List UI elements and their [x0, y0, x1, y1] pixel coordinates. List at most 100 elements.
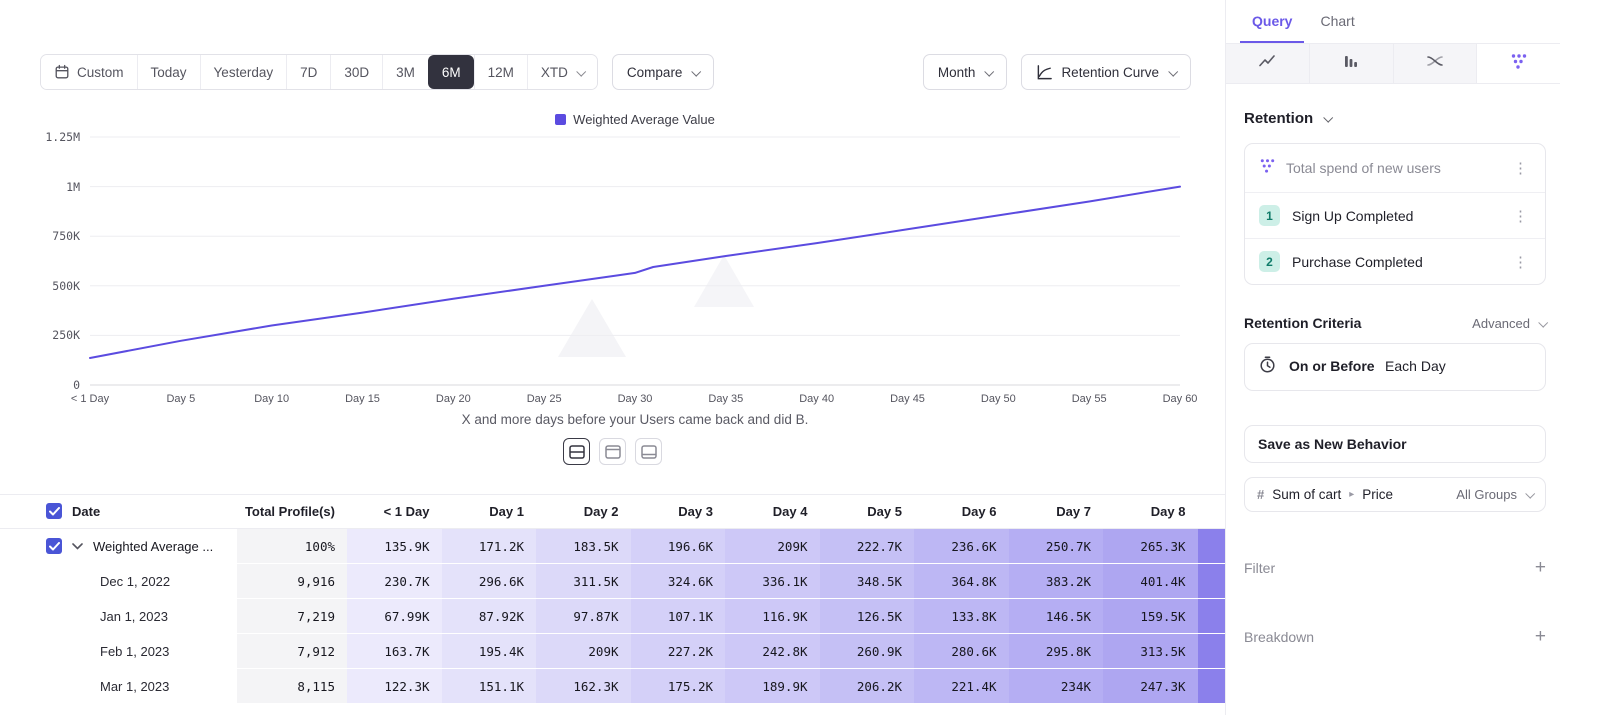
kebab-menu-icon[interactable]: ⋮ [1510, 159, 1531, 177]
number-property-icon: # [1257, 487, 1264, 502]
layout-full-button[interactable] [635, 438, 662, 465]
flows-icon [1426, 52, 1444, 75]
range-button-7d[interactable]: 7D [286, 55, 330, 89]
behavior-title: Total spend of new users [1286, 160, 1500, 176]
chart-legend: Weighted Average Value [90, 112, 1180, 127]
condition-label: On or Before [1289, 358, 1375, 374]
chevron-down-icon [985, 66, 995, 76]
kebab-menu-icon[interactable]: ⋮ [1510, 253, 1531, 271]
table-cell: 313.5K [1103, 634, 1198, 669]
range-button-6m[interactable]: 6M [428, 55, 474, 89]
behavior-step-2[interactable]: 2 Purchase Completed ⋮ [1245, 238, 1545, 284]
row-label: Jan 1, 2023 [100, 609, 168, 624]
chevron-down-icon [692, 66, 702, 76]
table-cell: 230.7K [347, 564, 442, 599]
behavior-card-header[interactable]: Total spend of new users ⋮ [1245, 144, 1545, 192]
table-cell: 348.5K [820, 564, 915, 599]
range-label: Yesterday [214, 65, 274, 80]
table-header-cell: Day 5 [820, 495, 915, 528]
kebab-menu-icon[interactable]: ⋮ [1510, 207, 1531, 225]
range-button-today[interactable]: Today [137, 55, 200, 89]
table-cell: 265.3K [1103, 529, 1198, 564]
table-cell: 209K [536, 634, 631, 669]
table-cell: 324.6K [631, 564, 726, 599]
legend-swatch [555, 114, 566, 125]
range-button-xtd[interactable]: XTD [527, 55, 597, 89]
range-button-yesterday[interactable]: Yesterday [200, 55, 287, 89]
row-checkbox[interactable] [46, 538, 62, 554]
groups-label: All Groups [1456, 487, 1517, 502]
table-cell: 100% [237, 529, 347, 564]
select-all-checkbox[interactable] [46, 503, 62, 519]
step-label: Purchase Completed [1292, 254, 1498, 270]
behavior-step-1[interactable]: 1Sign Up Completed⋮ [1245, 192, 1545, 238]
criteria-mode-select[interactable]: Advanced [1472, 316, 1546, 331]
retention-behavior-icon [1259, 157, 1276, 179]
chart-type-select[interactable]: Retention Curve [1021, 54, 1191, 90]
x-tick-label: < 1 Day [71, 393, 109, 405]
table-cell: 87.92K [442, 599, 537, 634]
caret-right-icon: ▸ [1349, 489, 1354, 500]
table-cell-overflow [1198, 634, 1226, 669]
funnels-report-button[interactable] [1310, 44, 1394, 83]
toolbar: CustomToday Yesterday 7D30D3M 6M 12M XTD Comp… [40, 54, 1191, 90]
table-header-row: DateTotal Profile(s)< 1 DayDay 1Day 2Day… [0, 495, 1225, 529]
retention-section-heading[interactable]: Retention [1244, 110, 1560, 127]
y-tick-label: 250K [0, 328, 80, 342]
table-cell: 107.1K [631, 599, 726, 634]
table-cell-overflow [1198, 564, 1226, 599]
tab-chart[interactable]: Chart [1308, 0, 1366, 43]
table-cell: 221.4K [914, 669, 1009, 704]
table-cell: 242.8K [725, 634, 820, 669]
save-as-new-behavior-button[interactable]: Save as New Behavior [1244, 425, 1546, 463]
layout-header-row-button[interactable] [599, 438, 626, 465]
x-tick-label: Day 15 [345, 393, 380, 405]
add-filter-button[interactable]: + [1535, 558, 1546, 577]
compare-button[interactable]: Compare [612, 54, 715, 90]
table-cell: 7,219 [237, 599, 347, 634]
legend-label: Weighted Average Value [573, 112, 715, 127]
range-label: 12M [488, 65, 514, 80]
y-tick-label: 1M [0, 180, 80, 194]
table-row: Weighted Average ...100%135.9K171.2K183.… [0, 529, 1225, 564]
row-label: Weighted Average ... [93, 539, 213, 554]
retention-report-button[interactable] [1477, 44, 1560, 83]
insights-report-button[interactable] [1226, 44, 1310, 83]
chevron-down-icon [1323, 113, 1333, 123]
range-label: 6M [442, 65, 461, 80]
granularity-select[interactable]: Month [923, 54, 1008, 90]
filter-row: Filter + [1244, 558, 1546, 577]
table-header-cell: Day 4 [725, 495, 820, 528]
granularity-label: Month [938, 65, 976, 80]
calendar-icon [54, 64, 70, 80]
range-button-custom[interactable]: Custom [41, 55, 137, 89]
groups-select[interactable]: All Groups [1456, 487, 1533, 502]
range-button-30d[interactable]: 30D [330, 55, 382, 89]
table-row: Jan 1, 20237,21967.99K87.92K97.87K107.1K… [0, 599, 1225, 634]
range-button-12m[interactable]: 12M [474, 55, 527, 89]
criteria-condition-row[interactable]: On or Before Each Day [1244, 343, 1546, 391]
table-header-cell: Day 8 [1103, 495, 1198, 528]
step-number-badge: 2 [1259, 251, 1280, 272]
add-breakdown-button[interactable]: + [1535, 627, 1546, 646]
retention-criteria-label: Retention Criteria [1244, 315, 1361, 331]
tab-query[interactable]: Query [1240, 0, 1304, 43]
x-tick-label: Day 50 [981, 393, 1016, 405]
measure-sub-label: Price [1362, 487, 1393, 502]
expand-chevron-icon[interactable] [72, 543, 83, 550]
table-header-cell: Total Profile(s) [237, 495, 347, 528]
measure-row[interactable]: # Sum of cart ▸ Price All Groups [1244, 477, 1546, 512]
table-cell: 163.7K [347, 634, 442, 669]
x-tick-label: Day 30 [618, 393, 653, 405]
table-cell: 171.2K [442, 529, 537, 564]
table-cell: 175.2K [631, 669, 726, 704]
table-row: Dec 1, 20229,916230.7K296.6K311.5K324.6K… [0, 564, 1225, 599]
table-cell: 135.9K [347, 529, 442, 564]
layout-split-rows-button[interactable] [563, 438, 590, 465]
chart-caption: X and more days before your Users came b… [90, 412, 1180, 427]
y-tick-label: 750K [0, 229, 80, 243]
table-cell: 296.6K [442, 564, 537, 599]
flows-report-button[interactable] [1394, 44, 1478, 83]
table-cell: 336.1K [725, 564, 820, 599]
range-button-3m[interactable]: 3M [382, 55, 428, 89]
